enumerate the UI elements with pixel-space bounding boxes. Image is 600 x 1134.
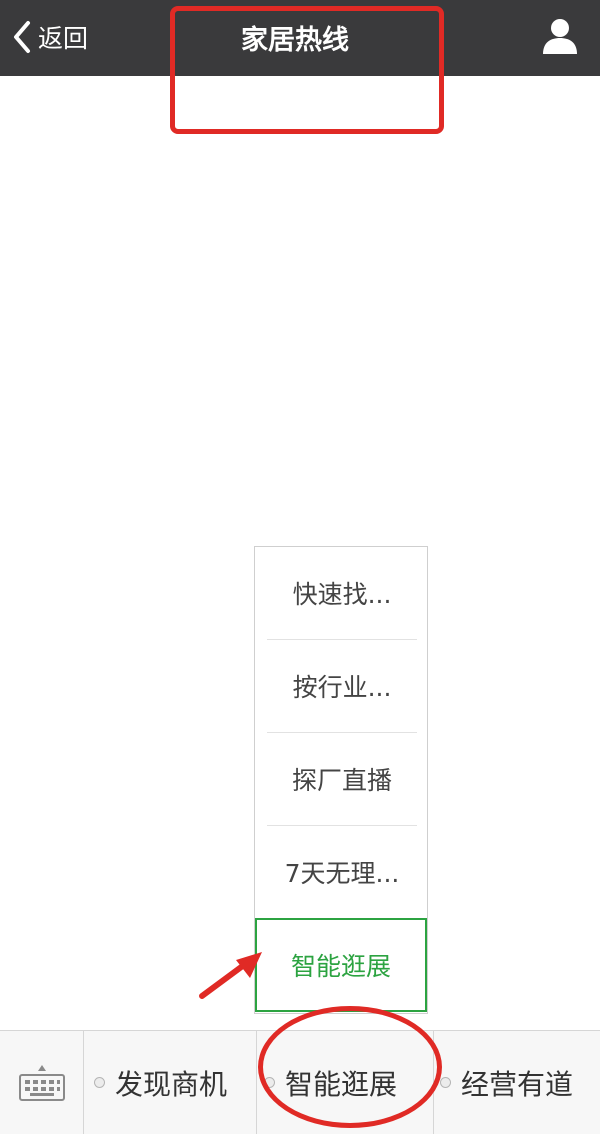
profile-button[interactable] <box>540 16 580 56</box>
menu-dot-icon <box>264 1077 275 1088</box>
menu-dot-icon <box>94 1077 105 1088</box>
back-label: 返回 <box>38 24 89 53</box>
menu-separator <box>433 1031 434 1134</box>
menu-dot-icon <box>440 1077 451 1088</box>
menu-tab-smart-expo[interactable]: 智能逛展 <box>264 1031 432 1134</box>
back-chevron-icon <box>14 21 30 53</box>
submenu-item-by-industry[interactable]: 按行业... <box>267 640 417 732</box>
bottom-menu-bar: 发现商机 智能逛展 经营有道 <box>0 1030 600 1134</box>
submenu-item-quick-find[interactable]: 快速找... <box>267 547 417 639</box>
keyboard-icon <box>18 1064 65 1101</box>
menu-tab-label: 发现商机 <box>115 1067 228 1101</box>
submenu-item-7day-return[interactable]: 7天无理... <box>267 826 417 918</box>
menu-tab-discover-business[interactable]: 发现商机 <box>94 1031 254 1134</box>
submenu-item-smart-expo[interactable]: 智能逛展 <box>255 918 427 1012</box>
user-profile-icon <box>543 19 577 54</box>
menu-tab-label: 经营有道 <box>461 1067 574 1101</box>
page-title: 家居热线 <box>241 25 349 56</box>
menu-separator <box>256 1031 257 1134</box>
submenu-item-factory-live[interactable]: 探厂直播 <box>267 733 417 825</box>
keyboard-toggle-button[interactable] <box>0 1031 84 1134</box>
menu-tab-business-operations[interactable]: 经营有道 <box>440 1031 600 1134</box>
back-button[interactable]: 返回 <box>12 14 88 60</box>
menu-tab-label: 智能逛展 <box>285 1067 398 1101</box>
submenu-popup: 快速找... 按行业... 探厂直播 7天无理... 智能逛展 <box>254 546 428 1014</box>
header-bar: 返回 家居热线 <box>0 0 600 76</box>
